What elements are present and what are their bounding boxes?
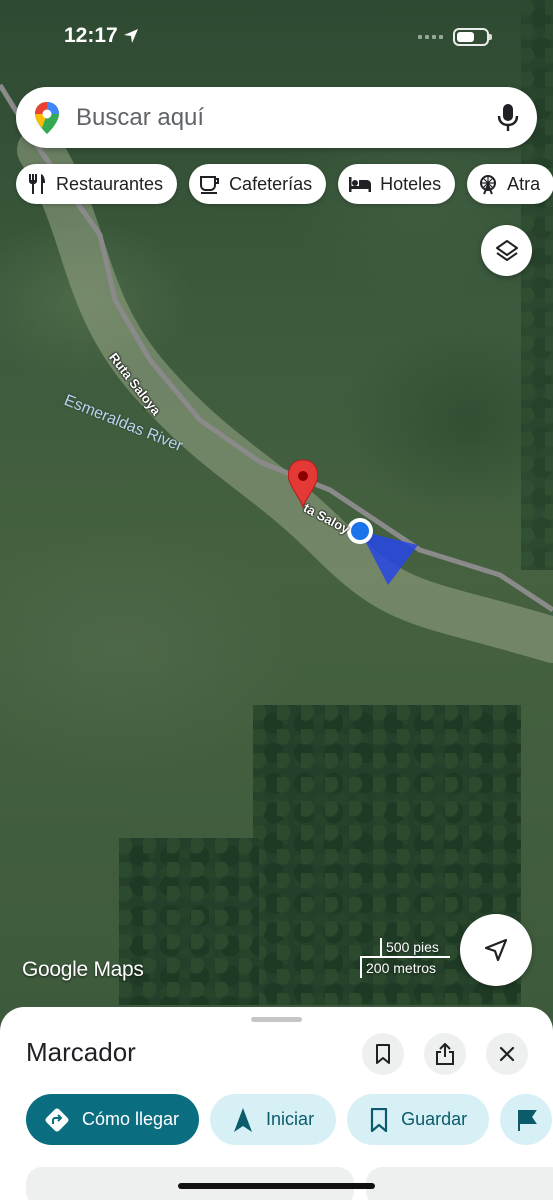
start-label: Iniciar (266, 1109, 315, 1129)
search-input[interactable]: Buscar aquí (76, 104, 497, 132)
chip-label: Hoteles (380, 173, 442, 194)
chip-restaurants[interactable]: Restaurantes (16, 164, 178, 204)
bookmark-button[interactable] (362, 1033, 404, 1075)
sheet-grabber[interactable] (251, 1017, 302, 1022)
chip-cafes[interactable]: Cafeterías (189, 164, 327, 204)
layers-button[interactable] (481, 225, 532, 276)
google-maps-pin-icon (35, 101, 59, 134)
category-chips: Restaurantes Cafeterías Hoteles Atra (16, 164, 553, 204)
photo-card[interactable] (366, 1167, 553, 1200)
map-view[interactable]: Ruta Saloya ta Saloy Esmeraldas River (0, 0, 553, 1040)
google-maps-logo: Google Maps (22, 958, 144, 981)
time-text: 12:17 (64, 24, 118, 47)
chip-label: Atra (507, 173, 541, 194)
close-icon (499, 1046, 515, 1062)
status-time: 12:17 (64, 24, 140, 48)
home-indicator[interactable] (178, 1183, 375, 1189)
start-button[interactable]: Iniciar (210, 1094, 337, 1145)
battery-icon (453, 28, 492, 46)
chip-label: Restaurantes (56, 173, 164, 194)
chip-attractions[interactable]: Atra (467, 164, 553, 204)
ferris-wheel-icon (480, 175, 497, 195)
location-dot (351, 522, 369, 540)
share-button[interactable] (424, 1033, 466, 1075)
save-button[interactable]: Guardar (347, 1094, 490, 1145)
chip-hotels[interactable]: Hoteles (338, 164, 456, 204)
bookmark-icon (376, 1044, 390, 1064)
chip-label: Cafeterías (229, 173, 313, 194)
scale-metric: 200 metros (360, 956, 450, 978)
place-title: Marcador (26, 1037, 136, 1067)
directions-icon (45, 1108, 69, 1131)
directions-label: Cómo llegar (82, 1109, 180, 1129)
save-label: Guardar (401, 1109, 468, 1129)
place-sheet[interactable]: Marcador Cómo llegar Iniciar Guardar (0, 1007, 553, 1200)
close-button[interactable] (486, 1033, 528, 1075)
fork-knife-icon (29, 174, 45, 194)
location-arrow-icon (123, 29, 138, 43)
recenter-button[interactable] (460, 914, 532, 986)
signal-icon (418, 35, 443, 39)
navigation-start-icon (234, 1107, 253, 1132)
label-button[interactable] (500, 1094, 553, 1145)
navigation-arrow-icon (484, 938, 508, 962)
status-indicators (418, 28, 492, 46)
coffee-cup-icon (200, 176, 220, 194)
layers-icon (495, 239, 518, 261)
action-buttons: Cómo llegar Iniciar Guardar (26, 1094, 553, 1145)
bed-icon (349, 177, 372, 192)
bookmark-icon (370, 1107, 388, 1132)
map-overlay (0, 83, 553, 663)
search-bar[interactable]: Buscar aquí (16, 87, 537, 148)
map-scale: 500 pies 200 metros (360, 938, 450, 978)
microphone-icon[interactable] (497, 103, 519, 133)
scale-imperial: 500 pies (380, 938, 450, 956)
share-icon (436, 1043, 454, 1065)
flag-icon (518, 1109, 537, 1131)
directions-button[interactable]: Cómo llegar (26, 1094, 200, 1145)
